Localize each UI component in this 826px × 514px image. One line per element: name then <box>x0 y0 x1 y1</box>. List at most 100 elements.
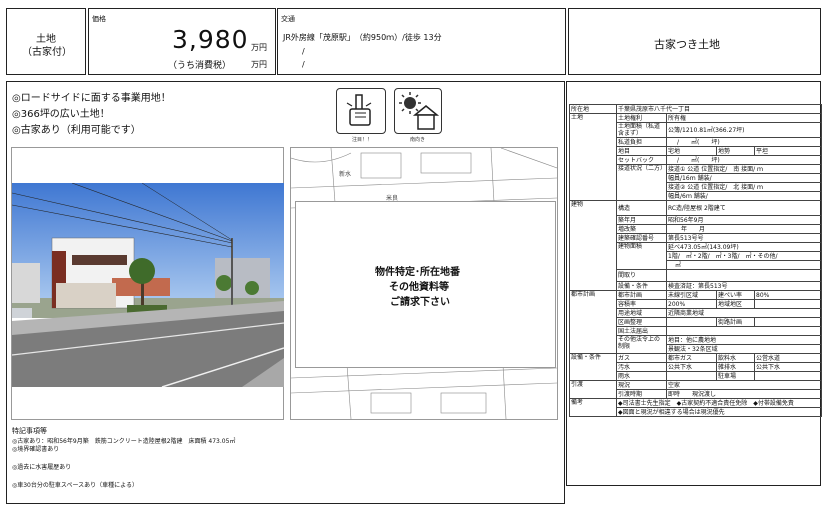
map-street-1: 新水 <box>339 170 351 178</box>
south-caption: 南向き <box>410 137 426 143</box>
spec-setback: / ㎡( 坪) <box>665 155 823 165</box>
spec-equip-label: 設備・条件 <box>616 281 667 291</box>
spec-floor3: ㎡ <box>665 260 823 270</box>
spec-area: 公簿/1210.81㎡(366.27坪) <box>665 122 823 138</box>
spec-readjust-label: 区画整理 <box>616 317 667 327</box>
spec-built: 昭和56年9月 <box>665 215 823 225</box>
attention-icon <box>336 88 386 134</box>
spec-city-plan: 未線引区域 <box>666 290 717 300</box>
spec-layout <box>665 269 823 282</box>
spec-table: 所在地 千葉県茂原市八千代一丁目 土地 土地権利 所有権 土地面積（私道含まず） 公簿/… <box>569 104 823 417</box>
spec-land-heading: 土地 <box>569 113 617 201</box>
spec-misc: 公共下水 <box>753 362 823 372</box>
notes-title: 特記事項等 <box>12 427 47 435</box>
spec-readjust <box>666 317 717 327</box>
spec-other1: 地目：他に農地地 <box>665 335 823 345</box>
transport-line1: JR外房線「茂原駅」 （約950ｍ）/徒歩 13分 <box>283 33 442 42</box>
spec-far-label: 容積率 <box>616 299 667 309</box>
spec-private-road-label: 私道負担 <box>616 137 667 147</box>
spec-structure: RC造/陸屋根 2階建て <box>665 200 823 216</box>
spec-remarks-label: 備考 <box>569 398 617 417</box>
spec-gas: 都市ガス <box>666 353 717 363</box>
spec-gas-label: ガス <box>616 353 667 363</box>
spec-remark1: ◆司法書士先生指定 ◆古家契約不適合責任免除 ◆付帯設備免責 <box>615 398 823 408</box>
spec-far: 200% <box>666 299 717 309</box>
spec-extension: 年 月 <box>665 224 823 234</box>
spec-chimoku: 宅地 <box>666 146 717 156</box>
map-notice-1: 物件特定･所在地番 <box>375 267 460 278</box>
spec-street-plan <box>753 317 823 327</box>
spec-bcr: 80% <box>753 290 823 300</box>
transport-line2: / <box>302 47 305 56</box>
spec-other-label: その他法令上の制限 <box>616 335 667 354</box>
price-label: 価格 <box>92 15 106 23</box>
spec-location: 千葉県茂原市八千代一丁目 <box>615 104 823 114</box>
spec-zone-label: 用途地域 <box>616 308 667 318</box>
spec-equip: 検査済証：第長513号 <box>665 281 823 291</box>
spec-floor1: 延べ473.05㎡(143.09坪) <box>665 242 823 252</box>
catch-line-2: ◎366坪の広い土地！ <box>12 109 110 120</box>
spec-city-heading: 都市計画 <box>569 290 617 354</box>
property-title: 古家つき土地 <box>654 38 720 51</box>
property-photo <box>12 183 284 387</box>
spec-terrain: 平坦 <box>753 146 823 156</box>
map-notice-3: ご請求下さい <box>390 297 450 308</box>
catch-line-1: ◎ロードサイドに面する事業用地！ <box>12 93 171 104</box>
spec-sewage: 公共下水 <box>666 362 717 372</box>
spec-status-label: 現況 <box>616 380 667 390</box>
spec-private-road: / ㎡( 坪) <box>665 137 823 147</box>
spec-other2: 景観法・32条区域 <box>665 344 823 354</box>
spec-district-label: 地域地区 <box>716 299 755 309</box>
spec-district <box>753 299 823 309</box>
price-value: 3,980 <box>172 25 249 54</box>
transport-line3: / <box>302 60 305 69</box>
spec-structure-label: 構造 <box>616 200 667 216</box>
spec-road2a: 接道② 公道 位置指定/ 北 接面/ ｍ <box>665 182 823 192</box>
spec-chimoku-label: 地目 <box>616 146 667 156</box>
spec-built-label: 築年月 <box>616 215 667 225</box>
spec-rights-label: 土地権利 <box>616 113 667 123</box>
spec-nat-park-label: 国土法届出 <box>616 326 667 336</box>
spec-sewage-label: 汚水 <box>616 362 667 372</box>
spec-delivery-heading: 引渡 <box>569 380 617 399</box>
spec-road1b: 幅員/16ｍ 舗装/ <box>665 173 823 183</box>
spec-road2b: 幅員/6ｍ 舗装/ <box>665 191 823 201</box>
pointing-hand-icon <box>346 94 372 126</box>
transport-label: 交通 <box>281 15 295 23</box>
map-notice-2: その他資料等 <box>389 282 449 293</box>
south-facing-icon <box>394 88 442 134</box>
type-line2: （古家付） <box>22 47 72 58</box>
spec-area-label: 土地面積（私道含まず） <box>616 122 667 138</box>
spec-rights: 所有権 <box>665 113 823 123</box>
spec-nat-park <box>665 326 823 336</box>
spec-status: 空家 <box>665 380 823 390</box>
spec-misc-label: 雑排水 <box>716 362 755 372</box>
notes-line-4: ◎車30台分の駐車スペースあり（車種による） <box>12 482 138 489</box>
catch-line-3: ◎古家あり（利用可能です） <box>12 125 141 136</box>
spec-location-label: 所在地 <box>569 104 617 114</box>
spec-street-plan-label: 街路計画 <box>716 317 755 327</box>
spec-permit: 第長513号号 <box>665 233 823 243</box>
spec-floor2: 1階/ ㎡・2階/ ㎡・3階/ ㎡・その他/ <box>665 251 823 261</box>
spec-parking <box>753 371 823 381</box>
tax-unit: 万円 <box>251 60 267 69</box>
spec-floor-label: 建物面積 <box>616 242 667 270</box>
spec-facility-heading: 設備・条件 <box>569 353 617 381</box>
spec-terrain-label: 地勢 <box>716 146 755 156</box>
spec-setback-label: セットバック <box>616 155 667 165</box>
spec-rain <box>666 371 717 381</box>
spec-zone: 近隣商業地域 <box>665 308 823 318</box>
spec-rain-label: 雨水 <box>616 371 667 381</box>
spec-parking-label: 駐車場 <box>716 371 755 381</box>
spec-water-label: 飲料水 <box>716 353 755 363</box>
spec-water: 公営水道 <box>753 353 823 363</box>
spec-permit-label: 建築確認番号 <box>616 233 667 243</box>
spec-handover: 即時 現況渡し <box>665 389 823 399</box>
price-unit: 万円 <box>251 43 267 52</box>
spec-handover-label: 引渡時期 <box>616 389 667 399</box>
spec-road1a: 接道① 公道 位置指定/ 南 接面/ ｍ <box>665 164 823 174</box>
spec-remark2: ◆図面と現況が相違する場合は現況優先 <box>615 407 823 417</box>
spec-layout-label: 間取り <box>616 269 667 282</box>
spec-extension-label: 増改築 <box>616 224 667 234</box>
notes-line-3: ◎過去に水害履歴あり <box>12 464 72 471</box>
